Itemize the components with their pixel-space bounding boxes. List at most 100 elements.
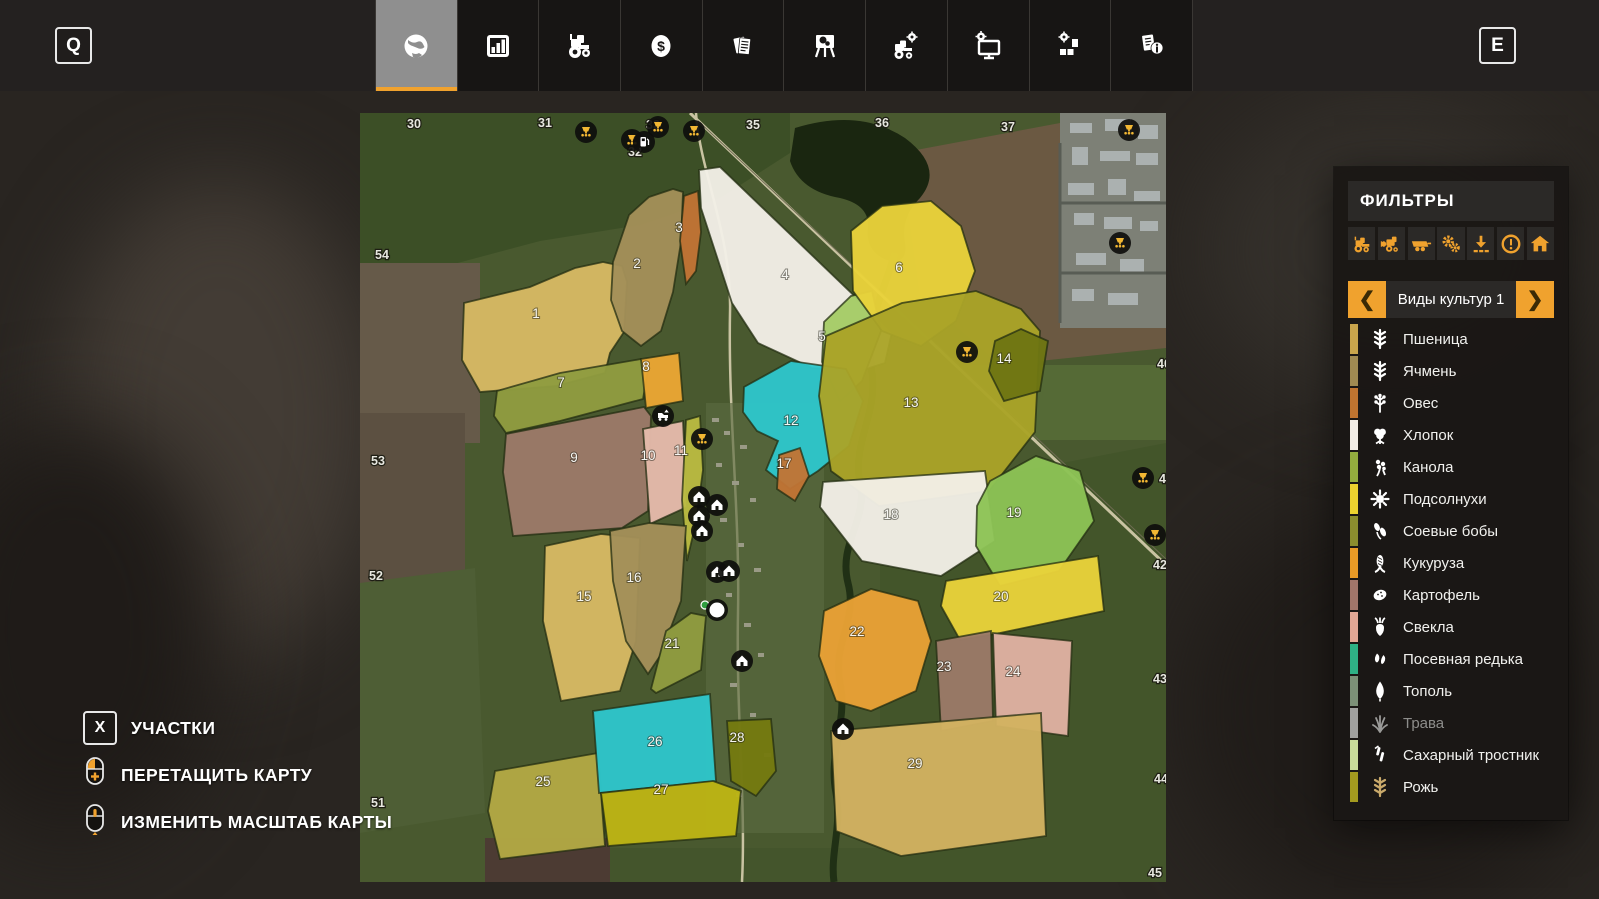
crop-color-swatch xyxy=(1350,324,1358,354)
crop-row-grass[interactable]: Трава xyxy=(1348,707,1554,739)
field-number: 11 xyxy=(674,443,688,458)
tab-construction[interactable] xyxy=(1029,0,1111,91)
canola-crop-icon xyxy=(1367,455,1393,479)
farm-map-viewport[interactable]: 1234567891011121314151617181920212223242… xyxy=(360,113,1166,882)
crop-color-swatch xyxy=(1350,580,1358,610)
legend-row-1: XУЧАСТКИ xyxy=(83,711,392,745)
grid-label: 30 xyxy=(407,117,421,131)
crop-row-wheat[interactable]: Пшеница xyxy=(1348,323,1554,355)
crop-label: Рожь xyxy=(1403,779,1438,796)
grid-label: 41 xyxy=(1159,472,1166,486)
hotkey-e-button[interactable]: E xyxy=(1479,27,1516,64)
potato-crop-icon xyxy=(1367,583,1393,607)
rye-crop-icon xyxy=(1367,775,1393,799)
crop-row-soybean[interactable]: Соевые бобы xyxy=(1348,515,1554,547)
trailer-icon xyxy=(1410,233,1432,255)
silo-map-icon[interactable] xyxy=(1144,524,1166,546)
crop-row-canola[interactable]: Канола xyxy=(1348,451,1554,483)
grid-label: 36 xyxy=(875,116,889,130)
crop-color-swatch xyxy=(1350,548,1358,578)
silo-map-icon[interactable] xyxy=(1109,232,1131,254)
selector-prev-button[interactable]: ❮ xyxy=(1348,281,1386,318)
filter-tractor-button[interactable] xyxy=(1348,227,1375,260)
silo-map-icon[interactable] xyxy=(575,121,597,143)
crop-color-swatch xyxy=(1350,516,1358,546)
crop-row-radish[interactable]: Посевная редька xyxy=(1348,643,1554,675)
crop-row-sugarcane[interactable]: Сахарный тростник xyxy=(1348,739,1554,771)
filter-warning-button[interactable] xyxy=(1497,227,1524,260)
grid-label: 52 xyxy=(369,569,383,583)
field-number: 9 xyxy=(570,450,578,465)
crop-label: Тополь xyxy=(1403,683,1452,700)
crop-row-poplar[interactable]: Тополь xyxy=(1348,675,1554,707)
crop-row-potato[interactable]: Картофель xyxy=(1348,579,1554,611)
truck-map-icon[interactable] xyxy=(652,405,674,427)
crop-row-corn[interactable]: Кукуруза xyxy=(1348,547,1554,579)
filter-home-button[interactable] xyxy=(1527,227,1554,260)
silo-map-icon[interactable] xyxy=(956,341,978,363)
crop-row-sunflower[interactable]: Подсолнухи xyxy=(1348,483,1554,515)
crop-label: Хлопок xyxy=(1403,427,1453,444)
silo-map-icon[interactable] xyxy=(691,428,713,450)
selector-next-button[interactable]: ❯ xyxy=(1516,281,1554,318)
crop-color-swatch xyxy=(1350,612,1358,642)
hotkey-x-button[interactable]: X xyxy=(83,711,117,745)
beet-crop-icon xyxy=(1367,615,1393,639)
crop-label: Подсолнухи xyxy=(1403,491,1487,508)
crop-color-swatch xyxy=(1350,740,1358,770)
filter-gears-button[interactable] xyxy=(1437,227,1464,260)
shop-map-icon[interactable] xyxy=(706,599,728,621)
field-10-beet[interactable] xyxy=(643,421,687,524)
map-globe-icon xyxy=(399,29,433,63)
radish-crop-icon xyxy=(1367,647,1393,671)
tab-help[interactable] xyxy=(1110,0,1193,91)
selector-label: Виды культур 1 xyxy=(1386,281,1516,318)
tab-map-globe[interactable] xyxy=(375,0,457,91)
crop-label: Посевная редька xyxy=(1403,651,1523,668)
filters-panel: ФИЛЬТРЫ ❮ Виды культур 1 ❯ ПшеницаЯчмень… xyxy=(1334,167,1568,820)
field-25-rye[interactable] xyxy=(488,753,605,859)
crop-label: Овес xyxy=(1403,395,1438,412)
tab-statistics[interactable] xyxy=(457,0,539,91)
house-map-icon[interactable] xyxy=(691,520,713,542)
home-icon xyxy=(1529,233,1551,255)
filter-download-button[interactable] xyxy=(1467,227,1494,260)
field-number: 12 xyxy=(783,413,798,428)
silo-map-icon[interactable] xyxy=(683,120,705,142)
crop-row-oat[interactable]: Овес xyxy=(1348,387,1554,419)
soybean-crop-icon xyxy=(1367,519,1393,543)
crop-row-barley[interactable]: Ячмень xyxy=(1348,355,1554,387)
tab-animals[interactable] xyxy=(783,0,865,91)
field-22-corn[interactable] xyxy=(819,589,931,711)
crop-row-cotton[interactable]: Хлопок xyxy=(1348,419,1554,451)
gas-map-icon[interactable] xyxy=(633,131,655,153)
house-map-icon[interactable] xyxy=(731,650,753,672)
field-number: 19 xyxy=(1006,505,1021,520)
filter-trailer-button[interactable] xyxy=(1408,227,1435,260)
crop-row-rye[interactable]: Рожь xyxy=(1348,771,1554,803)
field-27-soybean[interactable] xyxy=(601,781,741,846)
legend-row-2: ПЕРЕТАЩИТЬ КАРТУ xyxy=(83,758,392,792)
crop-label: Трава xyxy=(1403,715,1444,732)
silo-map-icon[interactable] xyxy=(1132,467,1154,489)
filter-harvester-button[interactable] xyxy=(1378,227,1405,260)
tab-finances[interactable]: $ xyxy=(620,0,702,91)
tab-contracts[interactable] xyxy=(702,0,784,91)
field-number: 8 xyxy=(642,359,650,374)
field-number: 2 xyxy=(633,256,641,271)
animals-icon xyxy=(808,29,842,63)
silo-map-icon[interactable] xyxy=(1118,119,1140,141)
mouse-wheel-icon xyxy=(83,803,107,842)
field-23-potato[interactable] xyxy=(936,631,993,731)
tab-vehicles[interactable] xyxy=(538,0,620,91)
statistics-icon xyxy=(481,29,515,63)
grid-label: 35 xyxy=(746,118,760,132)
field-29-wheat[interactable] xyxy=(831,713,1046,856)
hotkey-q-button[interactable]: Q xyxy=(55,27,92,64)
house-map-icon[interactable] xyxy=(718,560,740,582)
oat-crop-icon xyxy=(1367,391,1393,415)
tab-garage[interactable] xyxy=(865,0,947,91)
crop-row-beet[interactable]: Свекла xyxy=(1348,611,1554,643)
tab-production[interactable] xyxy=(947,0,1029,91)
house-map-icon[interactable] xyxy=(832,718,854,740)
